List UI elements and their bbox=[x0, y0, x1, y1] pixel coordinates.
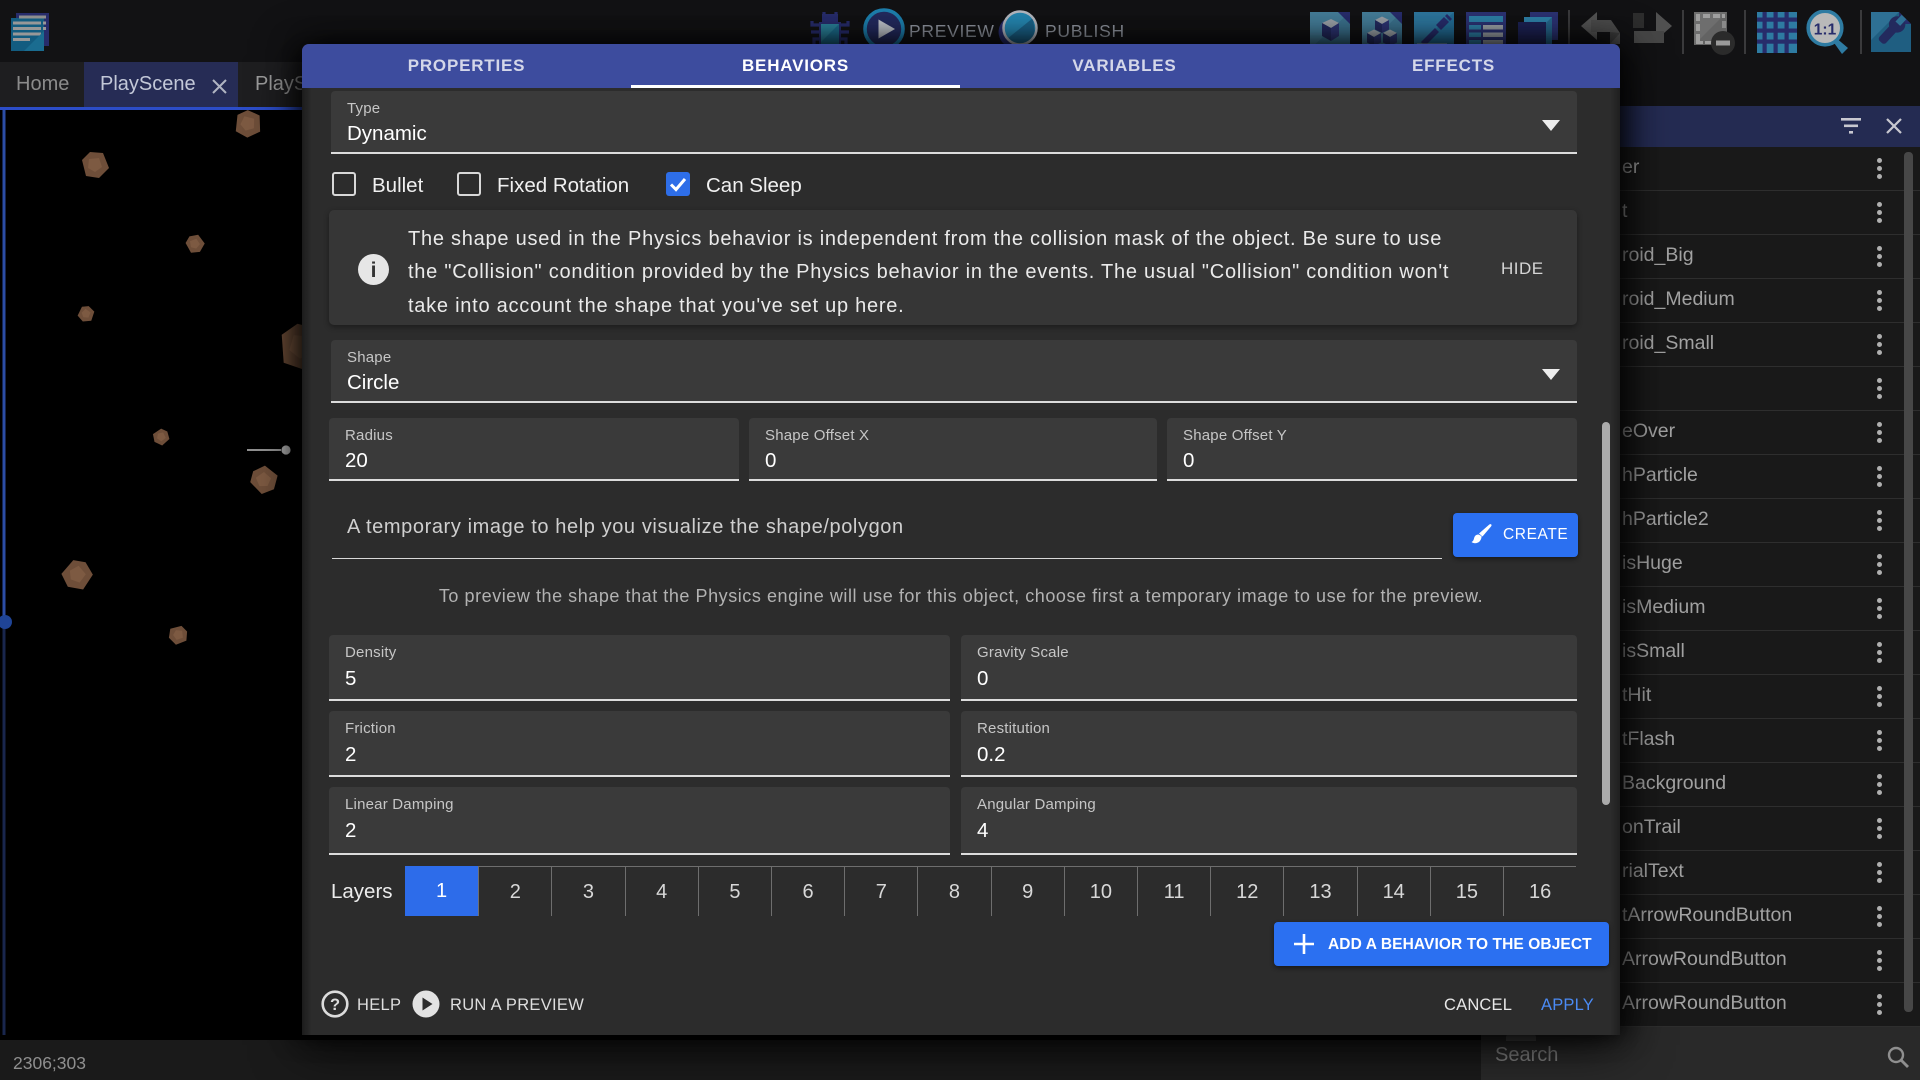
svg-text:1:1: 1:1 bbox=[1814, 22, 1837, 39]
svg-text:?: ? bbox=[330, 996, 340, 1014]
